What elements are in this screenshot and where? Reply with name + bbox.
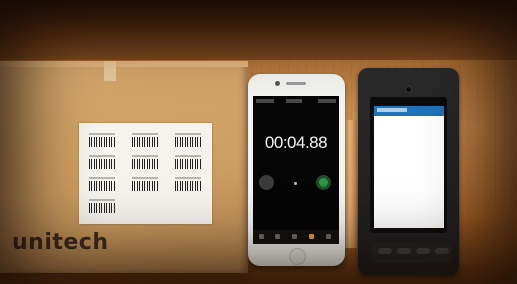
device-camera-icon [405, 86, 412, 93]
device-key[interactable] [435, 248, 449, 254]
barcode [89, 155, 115, 169]
world-clock-tab-icon[interactable] [259, 234, 264, 239]
front-camera-icon [275, 81, 280, 86]
barcode [89, 199, 115, 213]
brand-logo: unitech [12, 230, 109, 255]
box-flap [0, 61, 248, 67]
device-key[interactable] [397, 248, 411, 254]
background-wall [0, 0, 517, 62]
device-app-content[interactable] [374, 116, 444, 228]
alarm-tab-icon[interactable] [275, 234, 280, 239]
barcode [175, 177, 201, 191]
device-app-title [377, 108, 407, 112]
barcode [132, 133, 158, 147]
stopwatch-screen [253, 96, 339, 244]
lap-button[interactable] [259, 175, 274, 190]
device-key[interactable] [416, 248, 430, 254]
barcode [89, 177, 115, 191]
bedtime-tab-icon[interactable] [292, 234, 297, 239]
barcode [175, 133, 201, 147]
barcode [89, 133, 115, 147]
device-key[interactable] [378, 248, 392, 254]
status-bar [256, 99, 336, 103]
photo-frame: unitech 00:04.88 [0, 0, 517, 284]
stopwatch-time: 00:04.88 [264, 133, 328, 152]
barcode [132, 155, 158, 169]
barcode [175, 155, 201, 169]
page-dot-indicator [294, 182, 297, 185]
home-button[interactable] [289, 248, 306, 265]
start-button[interactable] [316, 175, 331, 190]
barcode [132, 177, 158, 191]
device-stand-edge [345, 120, 357, 248]
barcode-label-sheet [79, 123, 212, 224]
box-tape [104, 61, 116, 81]
timer-tab-icon[interactable] [326, 234, 331, 239]
speaker-grille [286, 82, 306, 85]
stopwatch-tab-icon[interactable] [309, 234, 314, 239]
